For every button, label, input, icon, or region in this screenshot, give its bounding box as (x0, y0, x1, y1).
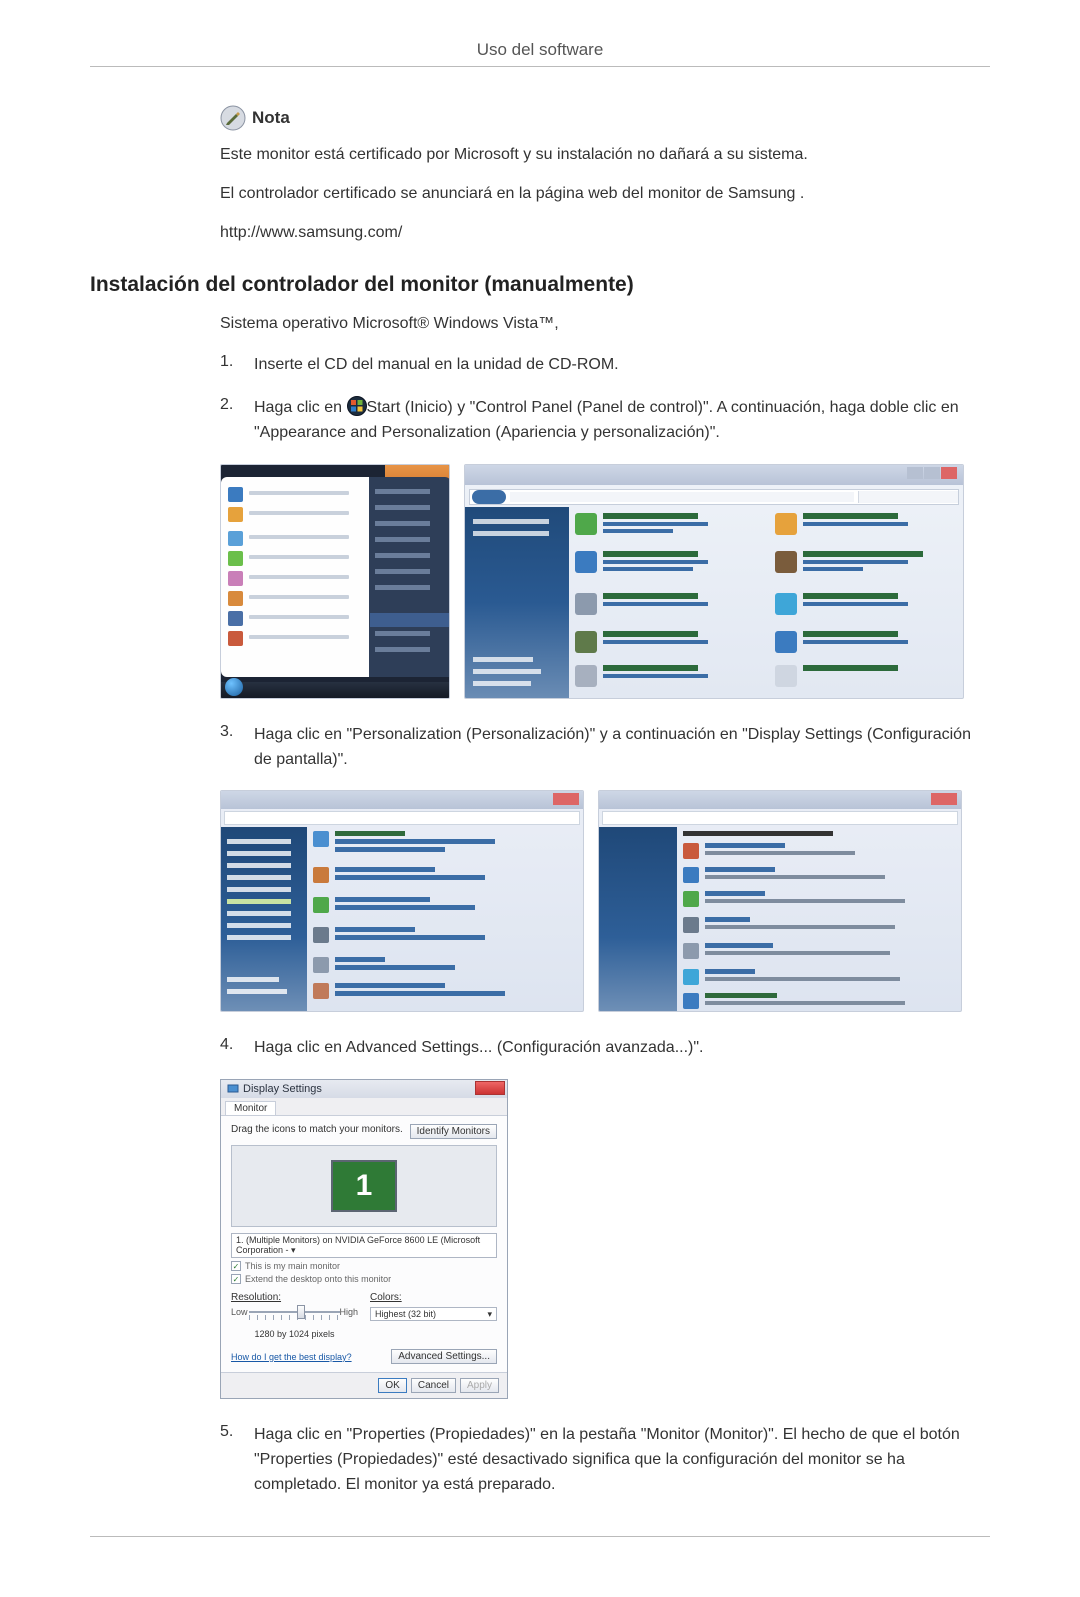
current-resolution: 1280 by 1024 pixels (231, 1329, 358, 1339)
screenshot-appearance-panel (220, 790, 584, 1012)
step-4-number: 4. (220, 1036, 254, 1061)
step-3: 3. Haga clic en "Personalization (Person… (220, 723, 990, 773)
windows-start-icon (347, 396, 367, 416)
resolution-label: Resolution: (231, 1292, 358, 1303)
apply-button[interactable]: Apply (460, 1378, 499, 1393)
cancel-button[interactable]: Cancel (411, 1378, 456, 1393)
section-heading: Instalación del controlador del monitor … (90, 273, 990, 297)
checkbox-main-label: This is my main monitor (245, 1261, 340, 1271)
step-2: 2. Haga clic en Start (Inicio) y "Contro… (220, 396, 990, 446)
monitor-1-icon[interactable]: 1 (331, 1160, 397, 1212)
dialog-title: Display Settings (243, 1083, 322, 1095)
colors-dropdown[interactable]: Highest (32 bit)▾ (370, 1307, 497, 1321)
footer-divider (90, 1536, 990, 1537)
checkbox-icon[interactable]: ✓ (231, 1274, 241, 1284)
screenshot-row-step3 (220, 790, 990, 1012)
help-link[interactable]: How do I get the best display? (231, 1352, 352, 1362)
checkbox-extend-label: Extend the desktop onto this monitor (245, 1274, 391, 1284)
slider-high-label: High (339, 1307, 358, 1317)
checkbox-main-monitor: ✓ This is my main monitor (231, 1261, 497, 1271)
note-url: http://www.samsung.com/ (220, 221, 990, 246)
header-divider (90, 66, 990, 67)
identify-monitors-button[interactable]: Identify Monitors (410, 1124, 497, 1139)
monitor-arrangement-box[interactable]: 1 (231, 1145, 497, 1227)
step-2-number: 2. (220, 396, 254, 446)
note-line-2: El controlador certificado se anunciará … (220, 182, 990, 207)
checkbox-icon[interactable]: ✓ (231, 1261, 241, 1271)
step-3-text: Haga clic en "Personalization (Personali… (254, 723, 990, 773)
close-icon[interactable] (475, 1081, 505, 1095)
dialog-tabs: Monitor (221, 1098, 507, 1116)
section-intro: Sistema operativo Microsoft® Windows Vis… (220, 315, 990, 333)
step-4: 4. Haga clic en Advanced Settings... (Co… (220, 1036, 990, 1061)
screenshot-start-menu (220, 464, 450, 699)
slider-thumb[interactable] (297, 1305, 305, 1319)
step-4-text: Haga clic en Advanced Settings... (Confi… (254, 1036, 990, 1061)
note-line-1: Este monitor está certificado por Micros… (220, 143, 990, 168)
page-header-title: Uso del software (90, 40, 990, 60)
screenshot-personalization-panel (598, 790, 962, 1012)
step-5-number: 5. (220, 1423, 254, 1497)
screenshot-control-panel (464, 464, 964, 699)
pencil-paper-icon (220, 105, 246, 131)
tab-monitor[interactable]: Monitor (225, 1101, 276, 1115)
advanced-settings-button[interactable]: Advanced Settings... (391, 1349, 497, 1364)
step-5: 5. Haga clic en "Properties (Propiedades… (220, 1423, 990, 1497)
step-2-text: Haga clic en Start (Inicio) y "Control P… (254, 396, 990, 446)
screenshot-row-step2 (220, 464, 990, 699)
step-5-text: Haga clic en "Properties (Propiedades)" … (254, 1423, 990, 1497)
note-block: Nota Este monitor está certificado por M… (220, 105, 990, 245)
drag-label: Drag the icons to match your monitors. (231, 1124, 403, 1135)
monitor-select-dropdown[interactable]: 1. (Multiple Monitors) on NVIDIA GeForce… (231, 1233, 497, 1258)
ok-button[interactable]: OK (378, 1378, 406, 1393)
step-1: 1. Inserte el CD del manual en la unidad… (220, 353, 990, 378)
note-label: Nota (252, 108, 290, 128)
resolution-slider[interactable]: Low High (231, 1305, 358, 1327)
step-3-number: 3. (220, 723, 254, 773)
step-1-text: Inserte el CD del manual en la unidad de… (254, 353, 990, 378)
step-1-number: 1. (220, 353, 254, 378)
colors-label: Colors: (370, 1292, 497, 1303)
checkbox-extend-desktop: ✓ Extend the desktop onto this monitor (231, 1274, 497, 1284)
step-2-prefix: Haga clic en (254, 399, 347, 416)
dialog-titlebar: Display Settings (221, 1080, 507, 1098)
screenshot-display-settings: Display Settings Monitor Drag the icons … (220, 1079, 990, 1399)
slider-low-label: Low (231, 1307, 248, 1317)
